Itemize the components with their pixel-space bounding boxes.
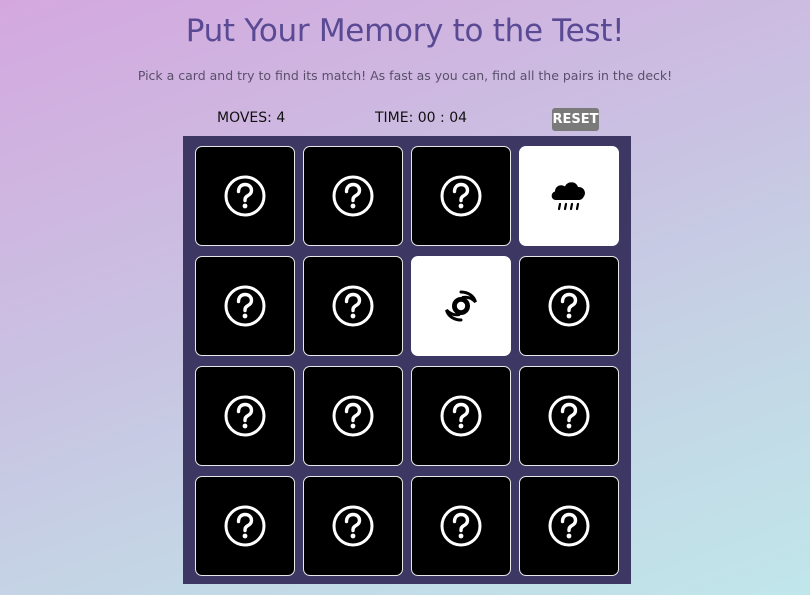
page-subtitle: Pick a card and try to find its match! A… [137, 68, 673, 83]
card-hidden[interactable] [303, 146, 403, 246]
question-mark-icon [547, 504, 591, 548]
question-mark-icon [439, 504, 483, 548]
question-mark-icon [223, 504, 267, 548]
question-mark-icon [331, 504, 375, 548]
page-title: Put Your Memory to the Test! [185, 13, 625, 49]
card-hidden[interactable] [411, 366, 511, 466]
reset-button[interactable]: RESET [552, 108, 599, 131]
card-hidden[interactable] [519, 256, 619, 356]
card-hidden[interactable] [519, 476, 619, 576]
score-panel: MOVES: 4 TIME: 00 : 04 RESET [183, 108, 631, 132]
card-hidden[interactable] [519, 366, 619, 466]
card-hidden[interactable] [411, 146, 511, 246]
question-mark-icon [331, 174, 375, 218]
question-mark-icon [547, 284, 591, 328]
card-hidden[interactable] [303, 366, 403, 466]
hurricane-icon [438, 283, 484, 329]
card-hidden[interactable] [195, 256, 295, 356]
card-deck [183, 136, 631, 584]
card-hidden[interactable] [303, 256, 403, 356]
card-hidden[interactable] [195, 146, 295, 246]
question-mark-icon [547, 394, 591, 438]
question-mark-icon [331, 394, 375, 438]
question-mark-icon [439, 174, 483, 218]
moves-counter: MOVES: 4 [217, 110, 286, 126]
timer: TIME: 00 : 04 [375, 110, 468, 126]
question-mark-icon [223, 284, 267, 328]
card-hidden[interactable] [195, 366, 295, 466]
rain-cloud-icon [547, 174, 591, 218]
card-open[interactable] [411, 256, 511, 356]
question-mark-icon [439, 394, 483, 438]
card-open[interactable] [519, 146, 619, 246]
card-hidden[interactable] [195, 476, 295, 576]
question-mark-icon [223, 394, 267, 438]
card-hidden[interactable] [411, 476, 511, 576]
card-hidden[interactable] [303, 476, 403, 576]
question-mark-icon [331, 284, 375, 328]
question-mark-icon [223, 174, 267, 218]
